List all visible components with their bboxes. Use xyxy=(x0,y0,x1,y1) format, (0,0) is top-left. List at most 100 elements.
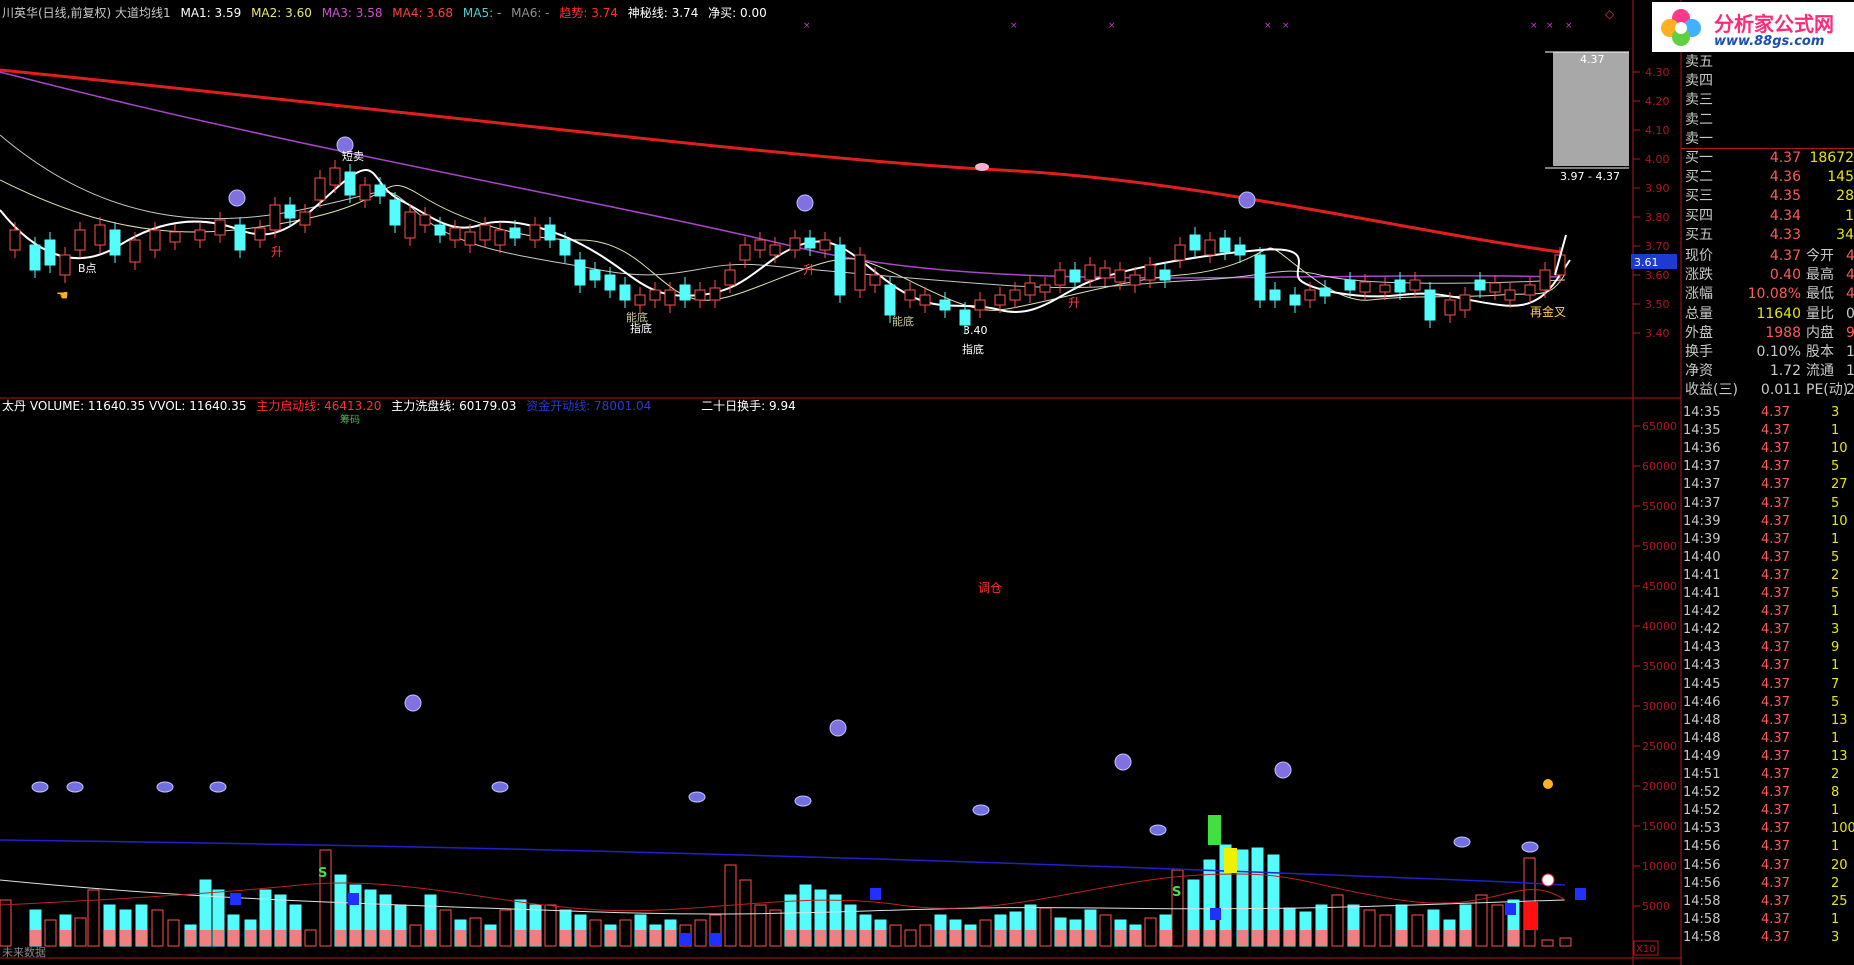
candle-body xyxy=(1524,284,1536,296)
volume-bar-base xyxy=(1070,930,1081,946)
tick-volume: 5 xyxy=(1831,459,1840,475)
volume-bar xyxy=(1144,917,1157,947)
tick-row: 14:40 4.37 5 xyxy=(1681,549,1854,567)
diamond-icon[interactable]: ◇ xyxy=(1605,7,1615,21)
chart-area[interactable]: 4.30 4.20 4.10 4.00 3.90 3.80 3.70 3.60 3.50 3.40… xyxy=(0,0,1854,965)
tick-price: 4.37 xyxy=(1761,513,1790,529)
volume-bar-base xyxy=(200,930,211,946)
logo-url: www.88gs.com xyxy=(1714,34,1825,49)
volume-bar-base xyxy=(530,930,541,946)
candle-body xyxy=(1409,279,1421,291)
tick-price: 4.37 xyxy=(1761,549,1790,565)
price-tick: 3.90 xyxy=(1645,182,1670,195)
tick-volume: 1 xyxy=(1831,423,1840,439)
volume-bar-base xyxy=(1220,930,1231,946)
volume-tick: 5000 xyxy=(1642,900,1670,913)
order-book-label: 买五 xyxy=(1685,226,1713,243)
tick-row: 14:41 4.37 5 xyxy=(1681,585,1854,603)
volume-bar-base xyxy=(845,930,856,946)
stat-label: 总量 xyxy=(1685,305,1713,322)
volume-tick: 55000 xyxy=(1642,500,1677,513)
cup-marker-icon xyxy=(31,781,49,793)
candle-body xyxy=(1319,287,1331,297)
tick-price: 4.37 xyxy=(1761,495,1790,511)
order-book-row: 卖三 xyxy=(1681,91,1854,110)
candle-body xyxy=(634,294,646,306)
candle-body xyxy=(1394,279,1406,293)
volume-red-block xyxy=(1524,902,1538,930)
volume-bar-base xyxy=(425,930,436,946)
price-tick: 4.00 xyxy=(1645,153,1670,166)
candle-body xyxy=(559,239,571,256)
tick-row: 14:48 4.37 13 xyxy=(1681,712,1854,730)
tick-price: 4.37 xyxy=(1761,730,1790,746)
stat-row: 现价 4.37 今开 4 xyxy=(1681,247,1854,266)
volume-bar xyxy=(469,917,482,947)
order-book-label: 买四 xyxy=(1685,207,1713,224)
price-chart-header: 川英华(日线,前复权) 大道均线1 MA1: 3.59 MA2: 3.60 MA… xyxy=(2,5,773,21)
logo-text: 分析家公式网 xyxy=(1714,12,1834,36)
cup-marker-icon xyxy=(1149,824,1167,836)
tick-time: 14:41 xyxy=(1683,586,1721,601)
volume-tick: 15000 xyxy=(1642,820,1677,833)
cross-marker-icon: × xyxy=(1546,21,1554,31)
volume-tick: 60000 xyxy=(1642,460,1677,473)
candle-body xyxy=(1424,289,1436,321)
order-book-label: 买三 xyxy=(1685,188,1713,205)
volume-bar xyxy=(409,924,422,947)
tick-price: 4.37 xyxy=(1761,748,1790,764)
volume-tick: 50000 xyxy=(1642,540,1677,553)
order-book-label: 卖三 xyxy=(1685,92,1713,109)
stat-label: 最低 xyxy=(1806,286,1834,303)
candle-body xyxy=(959,309,971,326)
volume-bar xyxy=(87,889,100,947)
candle-body xyxy=(1114,269,1126,283)
candle-body xyxy=(884,284,896,316)
volume-bar xyxy=(739,879,752,947)
tick-volume: 1 xyxy=(1831,839,1840,855)
candle-body xyxy=(59,254,71,276)
cup-marker-icon xyxy=(972,804,990,816)
ma6-value: MA6: - xyxy=(511,6,550,20)
cross-marker-icon: × xyxy=(803,21,811,31)
order-book-row: 买三 4.35 28 xyxy=(1681,187,1854,206)
volume-title: 太丹 VOLUME: 11640.35 VVOL: 11640.35 xyxy=(2,399,247,413)
tick-row: 14:53 4.37 100 xyxy=(1681,820,1854,838)
candle-body xyxy=(974,299,986,311)
cross-marker-icon: × xyxy=(1530,21,1538,31)
volume-bar-base xyxy=(275,930,286,946)
tick-price: 4.37 xyxy=(1761,767,1790,782)
tick-price: 4.37 xyxy=(1761,911,1790,927)
tick-price: 4.37 xyxy=(1761,929,1790,945)
tick-price: 4.37 xyxy=(1761,785,1790,801)
candle-body xyxy=(129,239,141,263)
tick-row: 14:35 4.37 1 xyxy=(1681,422,1854,440)
volume-bar xyxy=(1099,914,1112,947)
stat-label: 现价 xyxy=(1685,248,1713,264)
order-book-volume: 34 xyxy=(1836,226,1854,243)
peach-marker-icon xyxy=(1543,779,1553,789)
volume-bar xyxy=(44,919,57,947)
order-book-volume: 1 xyxy=(1845,207,1854,224)
stat-row: 总量 11640 量比 0 xyxy=(1681,305,1854,324)
volume-bar-base xyxy=(365,930,376,946)
volume-bar-base xyxy=(335,930,346,946)
tick-volume: 1 xyxy=(1831,803,1840,819)
label-gold-cross: 再金叉 xyxy=(1530,304,1566,319)
plus-marker-icon xyxy=(1541,873,1555,887)
candle-body xyxy=(44,239,56,266)
volume-bar xyxy=(769,909,782,947)
order-book-row: 买二 4.36 145 xyxy=(1681,168,1854,187)
tick-price: 4.37 xyxy=(1761,459,1790,475)
volume-bar-base xyxy=(30,930,41,946)
hand-icon: ☚ xyxy=(56,288,69,304)
ma5-value: MA5: - xyxy=(462,6,502,20)
order-book-label: 买二 xyxy=(1685,169,1713,186)
order-book-row: 卖四 xyxy=(1681,72,1854,91)
tick-volume: 5 xyxy=(1831,694,1840,710)
volume-tick: 65000 xyxy=(1642,420,1677,433)
tick-time: 14:46 xyxy=(1683,694,1721,710)
volume-green-block xyxy=(1208,815,1221,845)
tick-time: 14:43 xyxy=(1683,640,1721,656)
volume-bar xyxy=(1379,914,1392,947)
